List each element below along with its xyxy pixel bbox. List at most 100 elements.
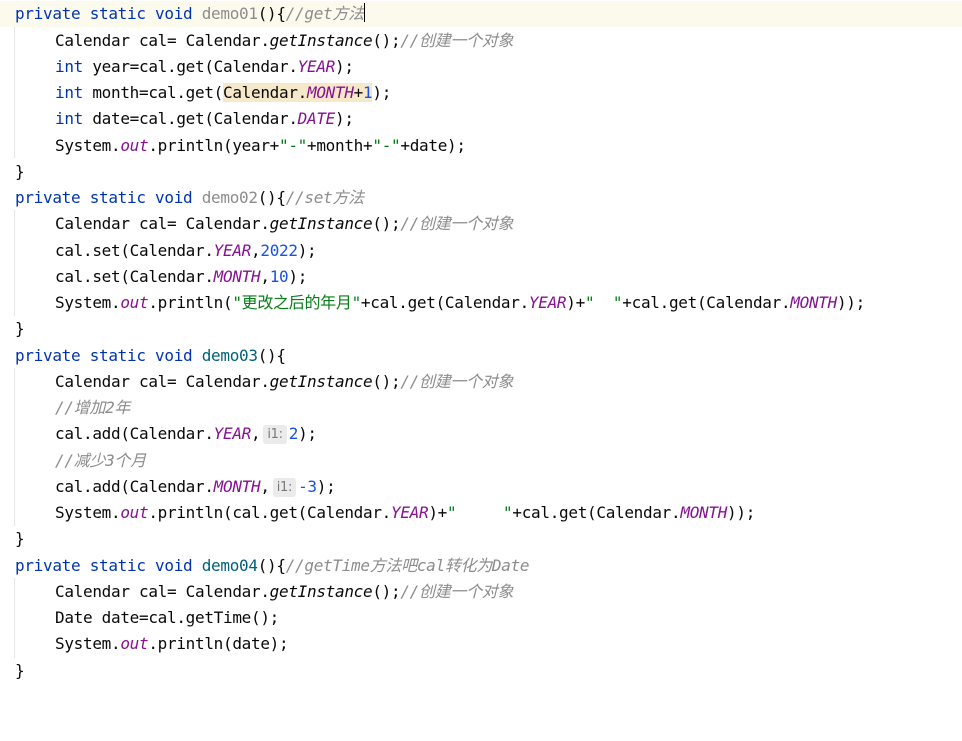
method-name: demo04 xyxy=(201,556,258,575)
code-text: cal.set(Calendar. xyxy=(55,241,214,260)
code-text: Date date=cal.getTime(); xyxy=(55,608,279,627)
code-line[interactable]: private static void demo04(){//getTime方法… xyxy=(15,553,530,579)
code-text: Calendar cal= Calendar. xyxy=(55,582,270,601)
string-literal: "更改之后的年月" xyxy=(232,293,361,312)
static-field: out xyxy=(120,293,149,312)
indent-guide xyxy=(14,578,15,658)
code-text: ); xyxy=(298,424,317,443)
number-literal: 10 xyxy=(269,267,289,286)
constant: YEAR xyxy=(391,503,429,522)
text-caret xyxy=(363,3,365,22)
code-line[interactable]: Calendar cal= Calendar.getInstance();//创… xyxy=(55,369,514,395)
code-text: )+ xyxy=(566,293,585,312)
code-line[interactable]: System.out.println(date); xyxy=(55,631,289,657)
constant: MONTH xyxy=(213,477,261,496)
keyword-int: int xyxy=(55,109,83,128)
constant: DATE xyxy=(297,109,336,128)
code-line[interactable]: } xyxy=(15,159,25,185)
indent-guide xyxy=(14,210,15,316)
code-line[interactable]: //减少3个月 xyxy=(55,448,146,474)
closing-brace: } xyxy=(15,319,25,338)
string-literal: "-" xyxy=(372,136,401,155)
code-text: cal.add(Calendar. xyxy=(55,424,214,443)
number-literal: -3 xyxy=(298,477,317,496)
code-line[interactable]: private static void demo02(){//set方法 xyxy=(15,185,364,211)
code-line[interactable]: Calendar cal= Calendar.getInstance();//创… xyxy=(55,211,514,237)
code-text: ); xyxy=(316,477,336,496)
method-call: getInstance xyxy=(269,31,373,50)
code-text: System. xyxy=(55,293,121,312)
method-call: getInstance xyxy=(269,214,373,233)
code-text: System. xyxy=(55,503,121,522)
code-line[interactable]: cal.set(Calendar.MONTH,10); xyxy=(55,264,307,290)
code-text: .println( xyxy=(148,293,233,312)
code-text: year=cal.get(Calendar. xyxy=(83,57,298,76)
code-line[interactable]: Calendar cal= Calendar.getInstance();//创… xyxy=(55,579,514,605)
code-text: ); xyxy=(335,109,354,128)
code-line[interactable]: private static void demo03(){ xyxy=(15,343,286,369)
punctuation: (){ xyxy=(257,556,286,575)
parameter-hint: i1: xyxy=(263,425,287,444)
code-line[interactable]: Date date=cal.getTime(); xyxy=(55,605,279,631)
keyword-static: static xyxy=(89,4,146,23)
static-field: out xyxy=(120,503,149,522)
code-text: Calendar cal= Calendar. xyxy=(55,372,270,391)
code-text: System. xyxy=(55,136,121,155)
code-text: , xyxy=(260,267,270,286)
method-name: demo03 xyxy=(201,346,258,365)
keyword-void: void xyxy=(155,188,193,207)
constant: MONTH xyxy=(680,503,728,522)
code-text: cal.set(Calendar. xyxy=(55,267,214,286)
code-text: ); xyxy=(288,267,308,286)
closing-brace: } xyxy=(15,162,25,181)
indent-guide xyxy=(14,26,15,158)
code-text: .println(date); xyxy=(148,634,289,653)
code-line[interactable]: cal.add(Calendar.MONTH, i1: -3); xyxy=(55,474,336,500)
number-literal: 2 xyxy=(288,424,299,443)
code-text: , xyxy=(260,477,270,496)
code-text: )); xyxy=(836,293,865,312)
comment: //创建一个对象 xyxy=(400,31,514,50)
code-text: ); xyxy=(297,241,317,260)
number-literal: 1 xyxy=(363,83,373,102)
code-text: )+ xyxy=(428,503,448,522)
static-field: out xyxy=(120,634,149,653)
comment: //创建一个对象 xyxy=(400,582,514,601)
code-line[interactable]: } xyxy=(15,526,25,552)
code-line[interactable]: int date=cal.get(Calendar.DATE); xyxy=(55,106,354,132)
punctuation: (){ xyxy=(257,346,286,365)
code-text: (); xyxy=(372,582,401,601)
constant: MONTH xyxy=(307,83,354,102)
code-text: ); xyxy=(335,57,354,76)
code-line[interactable]: System.out.println(year+"-"+month+"-"+da… xyxy=(55,133,466,159)
code-line[interactable]: } xyxy=(15,316,25,342)
code-text: (); xyxy=(372,31,401,50)
method-name: demo02 xyxy=(201,188,258,207)
code-line[interactable]: int month=cal.get(Calendar.MONTH+1); xyxy=(55,80,391,106)
code-line[interactable]: Calendar cal= Calendar.getInstance();//创… xyxy=(55,28,514,54)
code-text: month=cal.get( xyxy=(83,83,223,102)
constant: MONTH xyxy=(790,293,837,312)
code-line[interactable]: int year=cal.get(Calendar.YEAR); xyxy=(55,54,354,80)
code-line[interactable]: //增加2年 xyxy=(55,395,130,421)
comment: //增加2年 xyxy=(55,398,131,417)
code-text: , xyxy=(251,241,261,260)
comment: //get方法 xyxy=(285,4,364,23)
comment: //创建一个对象 xyxy=(400,372,514,391)
method-call: getInstance xyxy=(269,582,373,601)
method-call: getInstance xyxy=(269,372,373,391)
code-line[interactable]: private static void demo01(){//get方法 xyxy=(0,1,962,27)
code-editor[interactable]: private static void demo01(){//get方法 Cal… xyxy=(0,0,962,741)
code-text: +cal.get(Calendar. xyxy=(512,503,681,522)
code-text: )); xyxy=(727,503,756,522)
code-line[interactable]: } xyxy=(15,658,25,684)
keyword-void: void xyxy=(155,346,193,365)
code-line[interactable]: cal.set(Calendar.YEAR,2022); xyxy=(55,238,317,264)
code-text: System. xyxy=(55,634,121,653)
code-line[interactable]: System.out.println(cal.get(Calendar.YEAR… xyxy=(55,500,755,526)
code-line[interactable]: cal.add(Calendar.YEAR, i1: 2); xyxy=(55,421,317,447)
code-line[interactable]: System.out.println("更改之后的年月"+cal.get(Cal… xyxy=(55,290,865,316)
code-text: (); xyxy=(372,372,401,391)
closing-brace: } xyxy=(15,529,25,548)
code-text: +date); xyxy=(400,136,466,155)
